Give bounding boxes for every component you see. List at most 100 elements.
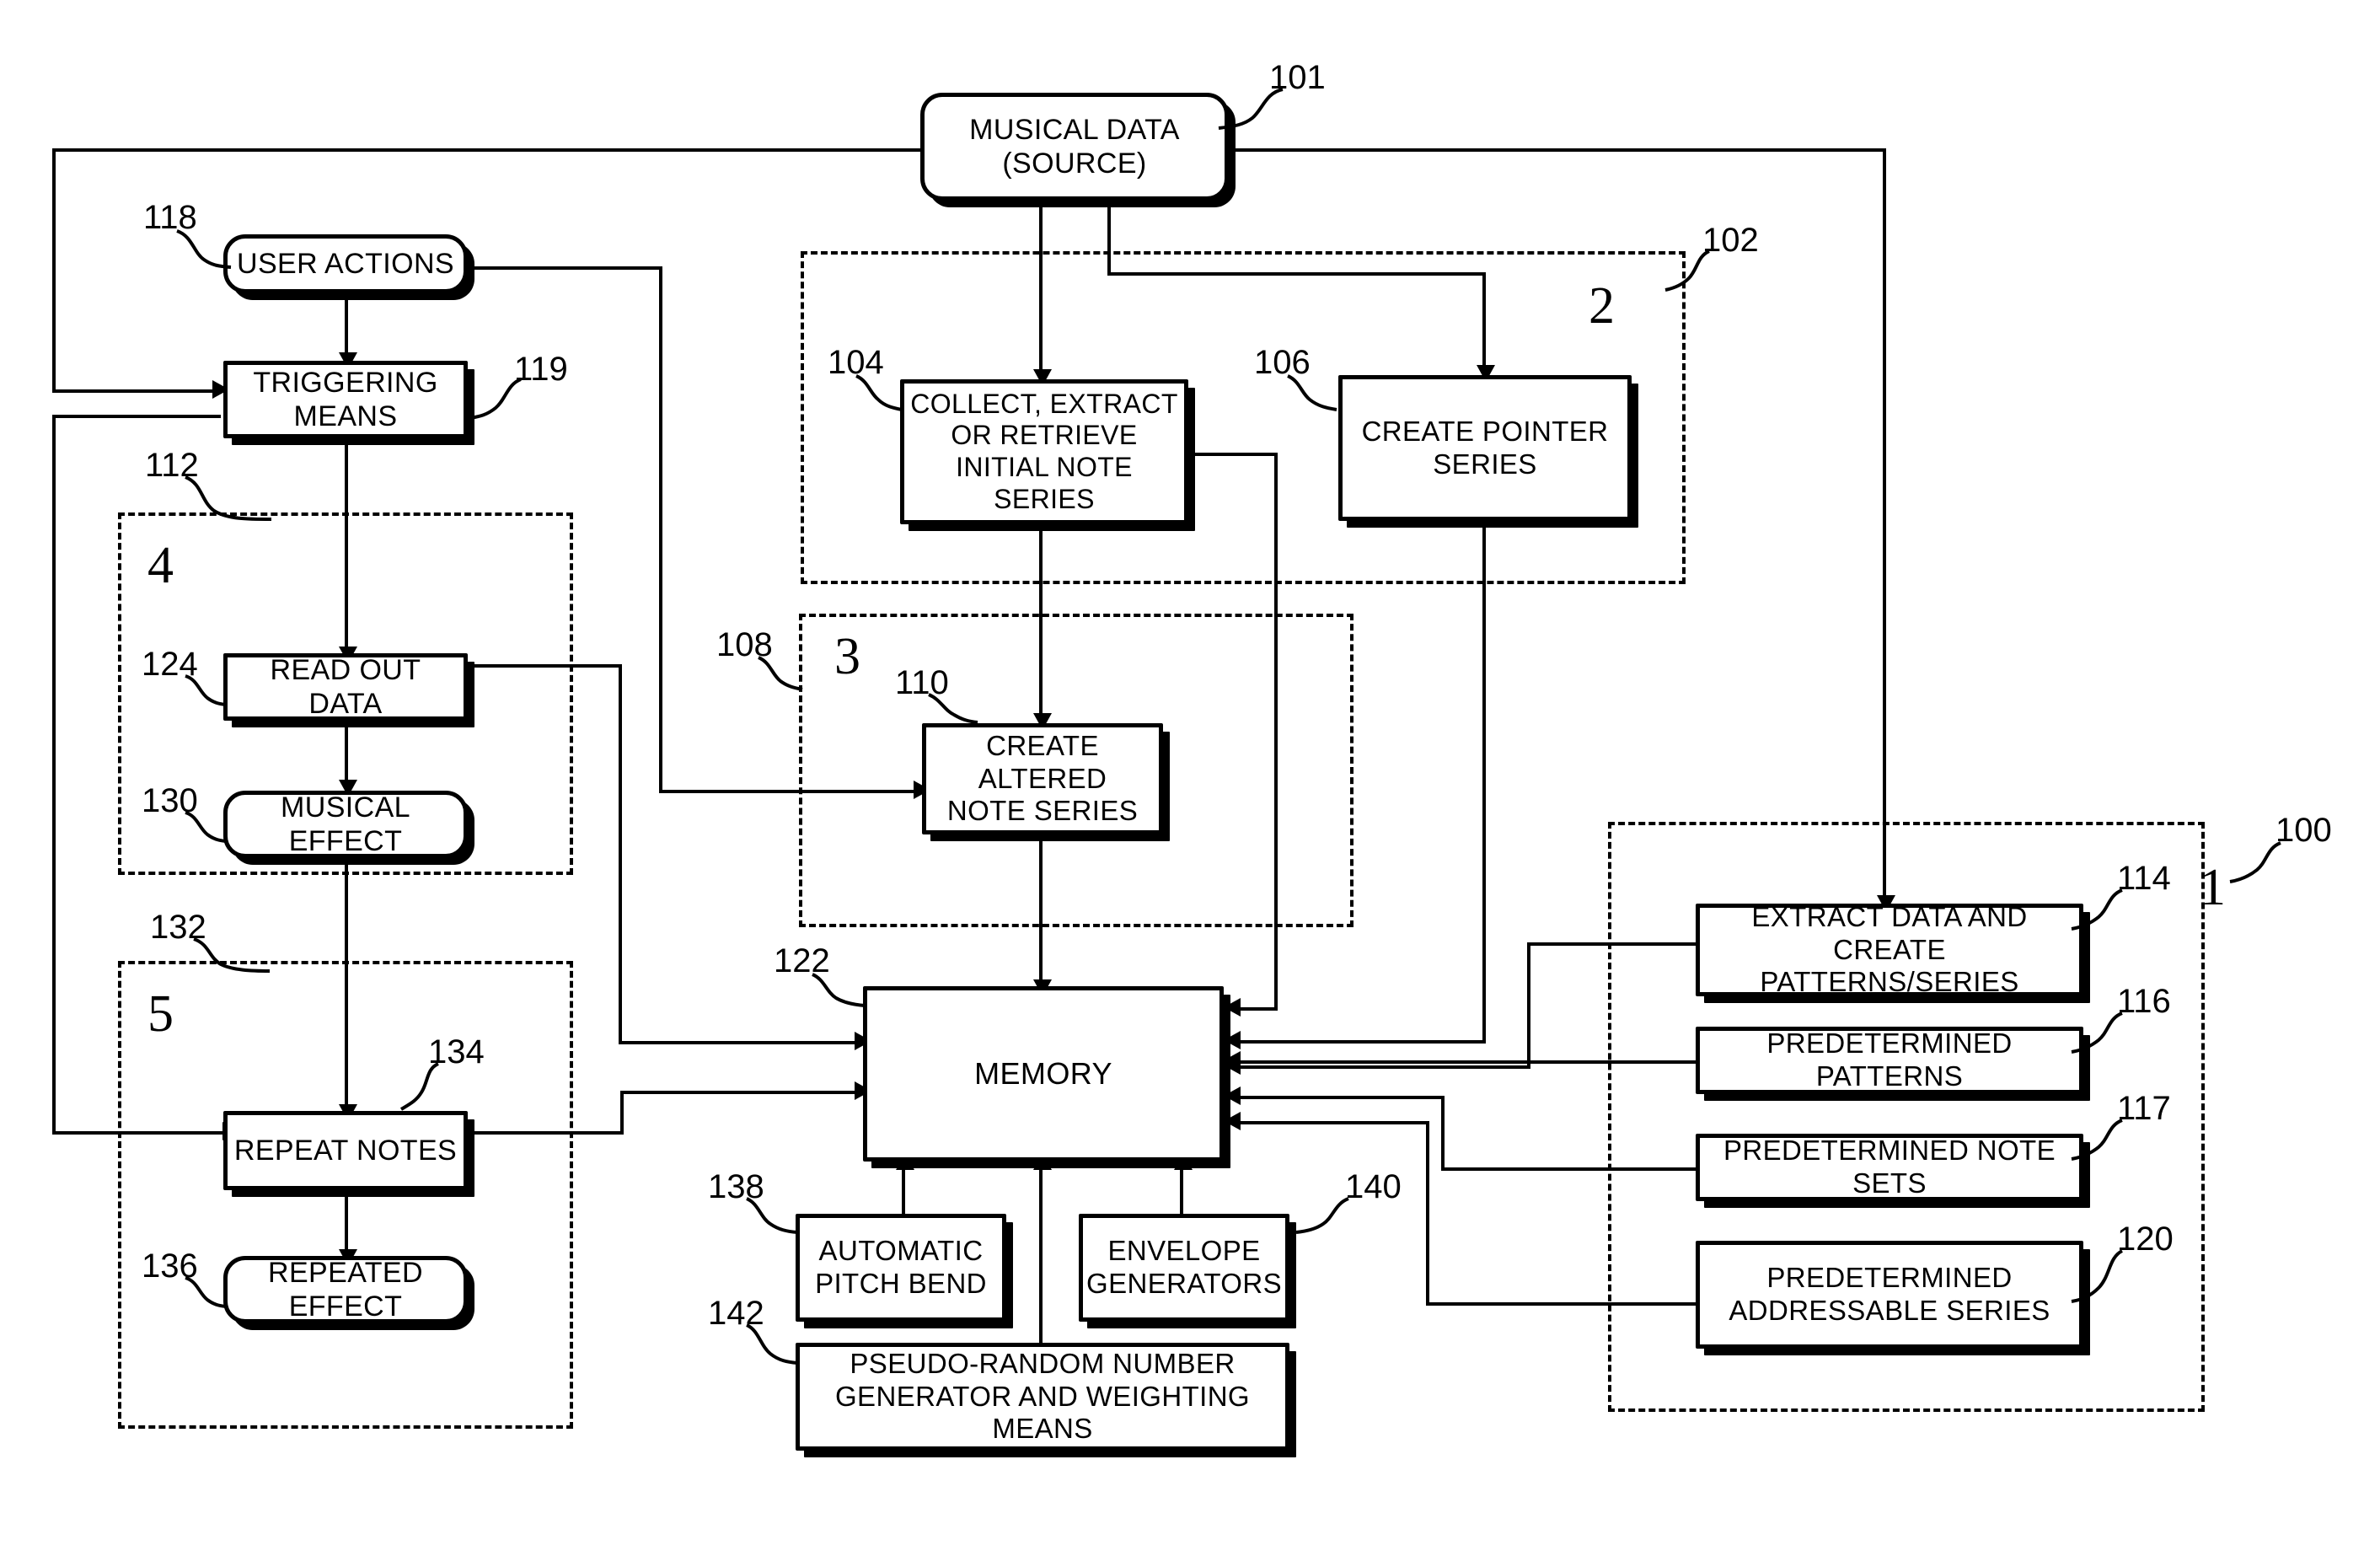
wire-pointer-drop <box>1482 272 1486 372</box>
leader-118 <box>176 229 232 269</box>
wire-readout-to-effect <box>345 721 348 786</box>
wire-source-tap-pointer-right <box>1107 272 1486 276</box>
wire-extract-down <box>1527 942 1530 1069</box>
wire-notesets-to-memory <box>1241 1096 1445 1099</box>
wire-collect-to-memory-right <box>1241 1007 1278 1011</box>
group-label-4: 4 <box>147 537 174 594</box>
node-label-create-pointer-series: CREATE POINTER SERIES <box>1361 415 1609 480</box>
wire-extract-left-out <box>1527 942 1704 946</box>
leader-100 <box>2229 841 2281 883</box>
ref-100: 100 <box>2275 812 2332 849</box>
node-label-collect-extract: COLLECT, EXTRACT OR RETRIEVE INITIAL NOT… <box>910 388 1178 514</box>
wire-source-tap-pointer-down <box>1107 201 1111 276</box>
group-label-5: 5 <box>147 985 174 1043</box>
wire-left-bus-down <box>52 148 56 393</box>
leader-106 <box>1287 374 1337 411</box>
leader-112 <box>185 475 272 521</box>
wire-memory-to-repeat-v <box>620 1091 624 1133</box>
wire-addrseries-out <box>1426 1302 1704 1306</box>
group-label-1: 1 <box>2200 859 2226 916</box>
leader-120 <box>2071 1249 2124 1303</box>
wire-addrseries-to-memory <box>1241 1121 1429 1124</box>
node-repeated-effect[interactable]: REPEATED EFFECT <box>223 1256 468 1323</box>
node-label-repeat-notes: REPEAT NOTES <box>233 1134 458 1167</box>
leader-132 <box>193 937 271 973</box>
node-automatic-pitch-bend[interactable]: AUTOMATIC PITCH BEND <box>796 1214 1006 1322</box>
wire-useractions-to-altered <box>659 790 922 793</box>
leader-101 <box>1218 88 1284 130</box>
node-memory[interactable]: MEMORY <box>863 986 1224 1162</box>
wire-pointer-to-memory-h <box>1241 1040 1486 1044</box>
node-read-out-data[interactable]: READ OUT DATA <box>223 653 468 721</box>
leader-114 <box>2071 888 2123 931</box>
leader-108 <box>758 656 803 691</box>
wire-collect-right-down <box>1274 453 1278 1011</box>
node-label-musical-effect: MUSICAL EFFECT <box>281 791 410 857</box>
node-predetermined-note-sets[interactable]: PREDETERMINED NOTE SETS <box>1696 1134 2083 1201</box>
node-label-memory: MEMORY <box>974 1055 1112 1091</box>
node-label-predetermined-note-sets: PREDETERMINED NOTE SETS <box>1723 1135 2056 1199</box>
arrowhead-into-memory-right-6 <box>1224 1112 1241 1130</box>
node-label-repeated-effect: REPEATED EFFECT <box>268 1256 423 1323</box>
leader-134 <box>399 1062 439 1111</box>
node-label-musical-data: MUSICAL DATA (SOURCE) <box>969 113 1180 180</box>
wire-source-to-collect <box>1039 201 1043 376</box>
leader-130 <box>185 811 227 843</box>
wire-leftloop2-down <box>52 415 56 1135</box>
node-label-predetermined-addressable: PREDETERMINED ADDRESSABLE SERIES <box>1729 1262 2050 1326</box>
wire-notesets-out <box>1441 1167 1704 1171</box>
wire-leftloop2-to-repeat <box>52 1131 231 1135</box>
node-label-envelope-generators: ENVELOPE GENERATORS <box>1086 1235 1282 1299</box>
wire-memory-feedback-v <box>619 664 622 1044</box>
wire-patterns-left <box>1241 1060 1702 1064</box>
leader-119 <box>469 378 522 420</box>
leader-110 <box>928 693 978 724</box>
wire-source-right-down <box>1883 148 1886 904</box>
node-predetermined-addressable-series[interactable]: PREDETERMINED ADDRESSABLE SERIES <box>1696 1241 2083 1349</box>
node-label-extract-data: EXTRACT DATA AND CREATE PATTERNS/SERIES <box>1751 900 2028 998</box>
node-create-altered-note-series[interactable]: CREATE ALTERED NOTE SERIES <box>922 723 1163 834</box>
ref-140: 140 <box>1345 1168 1402 1205</box>
wire-memory-left-lower <box>620 1091 863 1094</box>
wire-prng-to-memory <box>1039 1162 1043 1343</box>
node-user-actions[interactable]: USER ACTIONS <box>223 234 468 293</box>
leader-136 <box>185 1276 227 1308</box>
node-musical-data-source[interactable]: MUSICAL DATA (SOURCE) <box>920 93 1229 201</box>
wire-pointer-down-to-memory <box>1482 521 1486 1044</box>
node-pseudo-random-generator[interactable]: PSEUDO-RANDOM NUMBER GENERATOR AND WEIGH… <box>796 1343 1289 1451</box>
node-envelope-generators[interactable]: ENVELOPE GENERATORS <box>1079 1214 1289 1322</box>
node-label-create-altered: CREATE ALTERED NOTE SERIES <box>946 729 1139 827</box>
node-label-triggering-means: TRIGGERING MEANS <box>253 366 438 432</box>
leader-104 <box>855 374 903 411</box>
group-label-3: 3 <box>834 628 860 685</box>
wire-memory-feedback-h-bottom <box>619 1041 863 1044</box>
leader-122 <box>812 973 866 1007</box>
wire-notesets-riser <box>1441 1096 1445 1170</box>
node-create-pointer-series[interactable]: CREATE POINTER SERIES <box>1338 375 1632 521</box>
leader-102 <box>1664 249 1710 292</box>
node-label-automatic-pitch-bend: AUTOMATIC PITCH BEND <box>815 1235 987 1299</box>
arrowhead-into-memory-right-4 <box>1224 1051 1241 1070</box>
node-triggering-means[interactable]: TRIGGERING MEANS <box>223 361 468 438</box>
wire-useractions-to-triggering <box>345 293 348 359</box>
node-repeat-notes[interactable]: REPEAT NOTES <box>223 1111 468 1190</box>
node-collect-extract-retrieve[interactable]: COLLECT, EXTRACT OR RETRIEVE INITIAL NOT… <box>900 379 1188 524</box>
wire-useractions-down <box>659 266 662 793</box>
node-musical-effect[interactable]: MUSICAL EFFECT <box>223 791 468 858</box>
node-predetermined-patterns[interactable]: PREDETERMINED PATTERNS <box>1696 1027 2083 1094</box>
wire-collect-to-altered <box>1039 524 1043 720</box>
leader-140 <box>1295 1197 1349 1234</box>
arrowhead-into-memory-right-1 <box>1224 998 1241 1017</box>
group-label-2: 2 <box>1589 277 1615 335</box>
leader-138 <box>746 1197 798 1234</box>
wire-altered-to-memory <box>1039 834 1043 986</box>
arrowhead-into-memory-right-2 <box>1224 1031 1241 1049</box>
wire-effect-to-repeat <box>345 858 348 1111</box>
wire-left-bus-to-trigger <box>52 389 221 393</box>
patent-figure-canvas: 2 3 4 5 1 MUSICAL DATA (SOURCE) USER ACT… <box>0 0 2380 1556</box>
leader-117 <box>2071 1119 2123 1161</box>
arrowhead-into-memory-right-5 <box>1224 1087 1241 1105</box>
ref-120: 120 <box>2117 1221 2174 1258</box>
wire-repeat-to-repeated-effect <box>345 1190 348 1256</box>
node-extract-data-create-patterns[interactable]: EXTRACT DATA AND CREATE PATTERNS/SERIES <box>1696 901 2083 997</box>
